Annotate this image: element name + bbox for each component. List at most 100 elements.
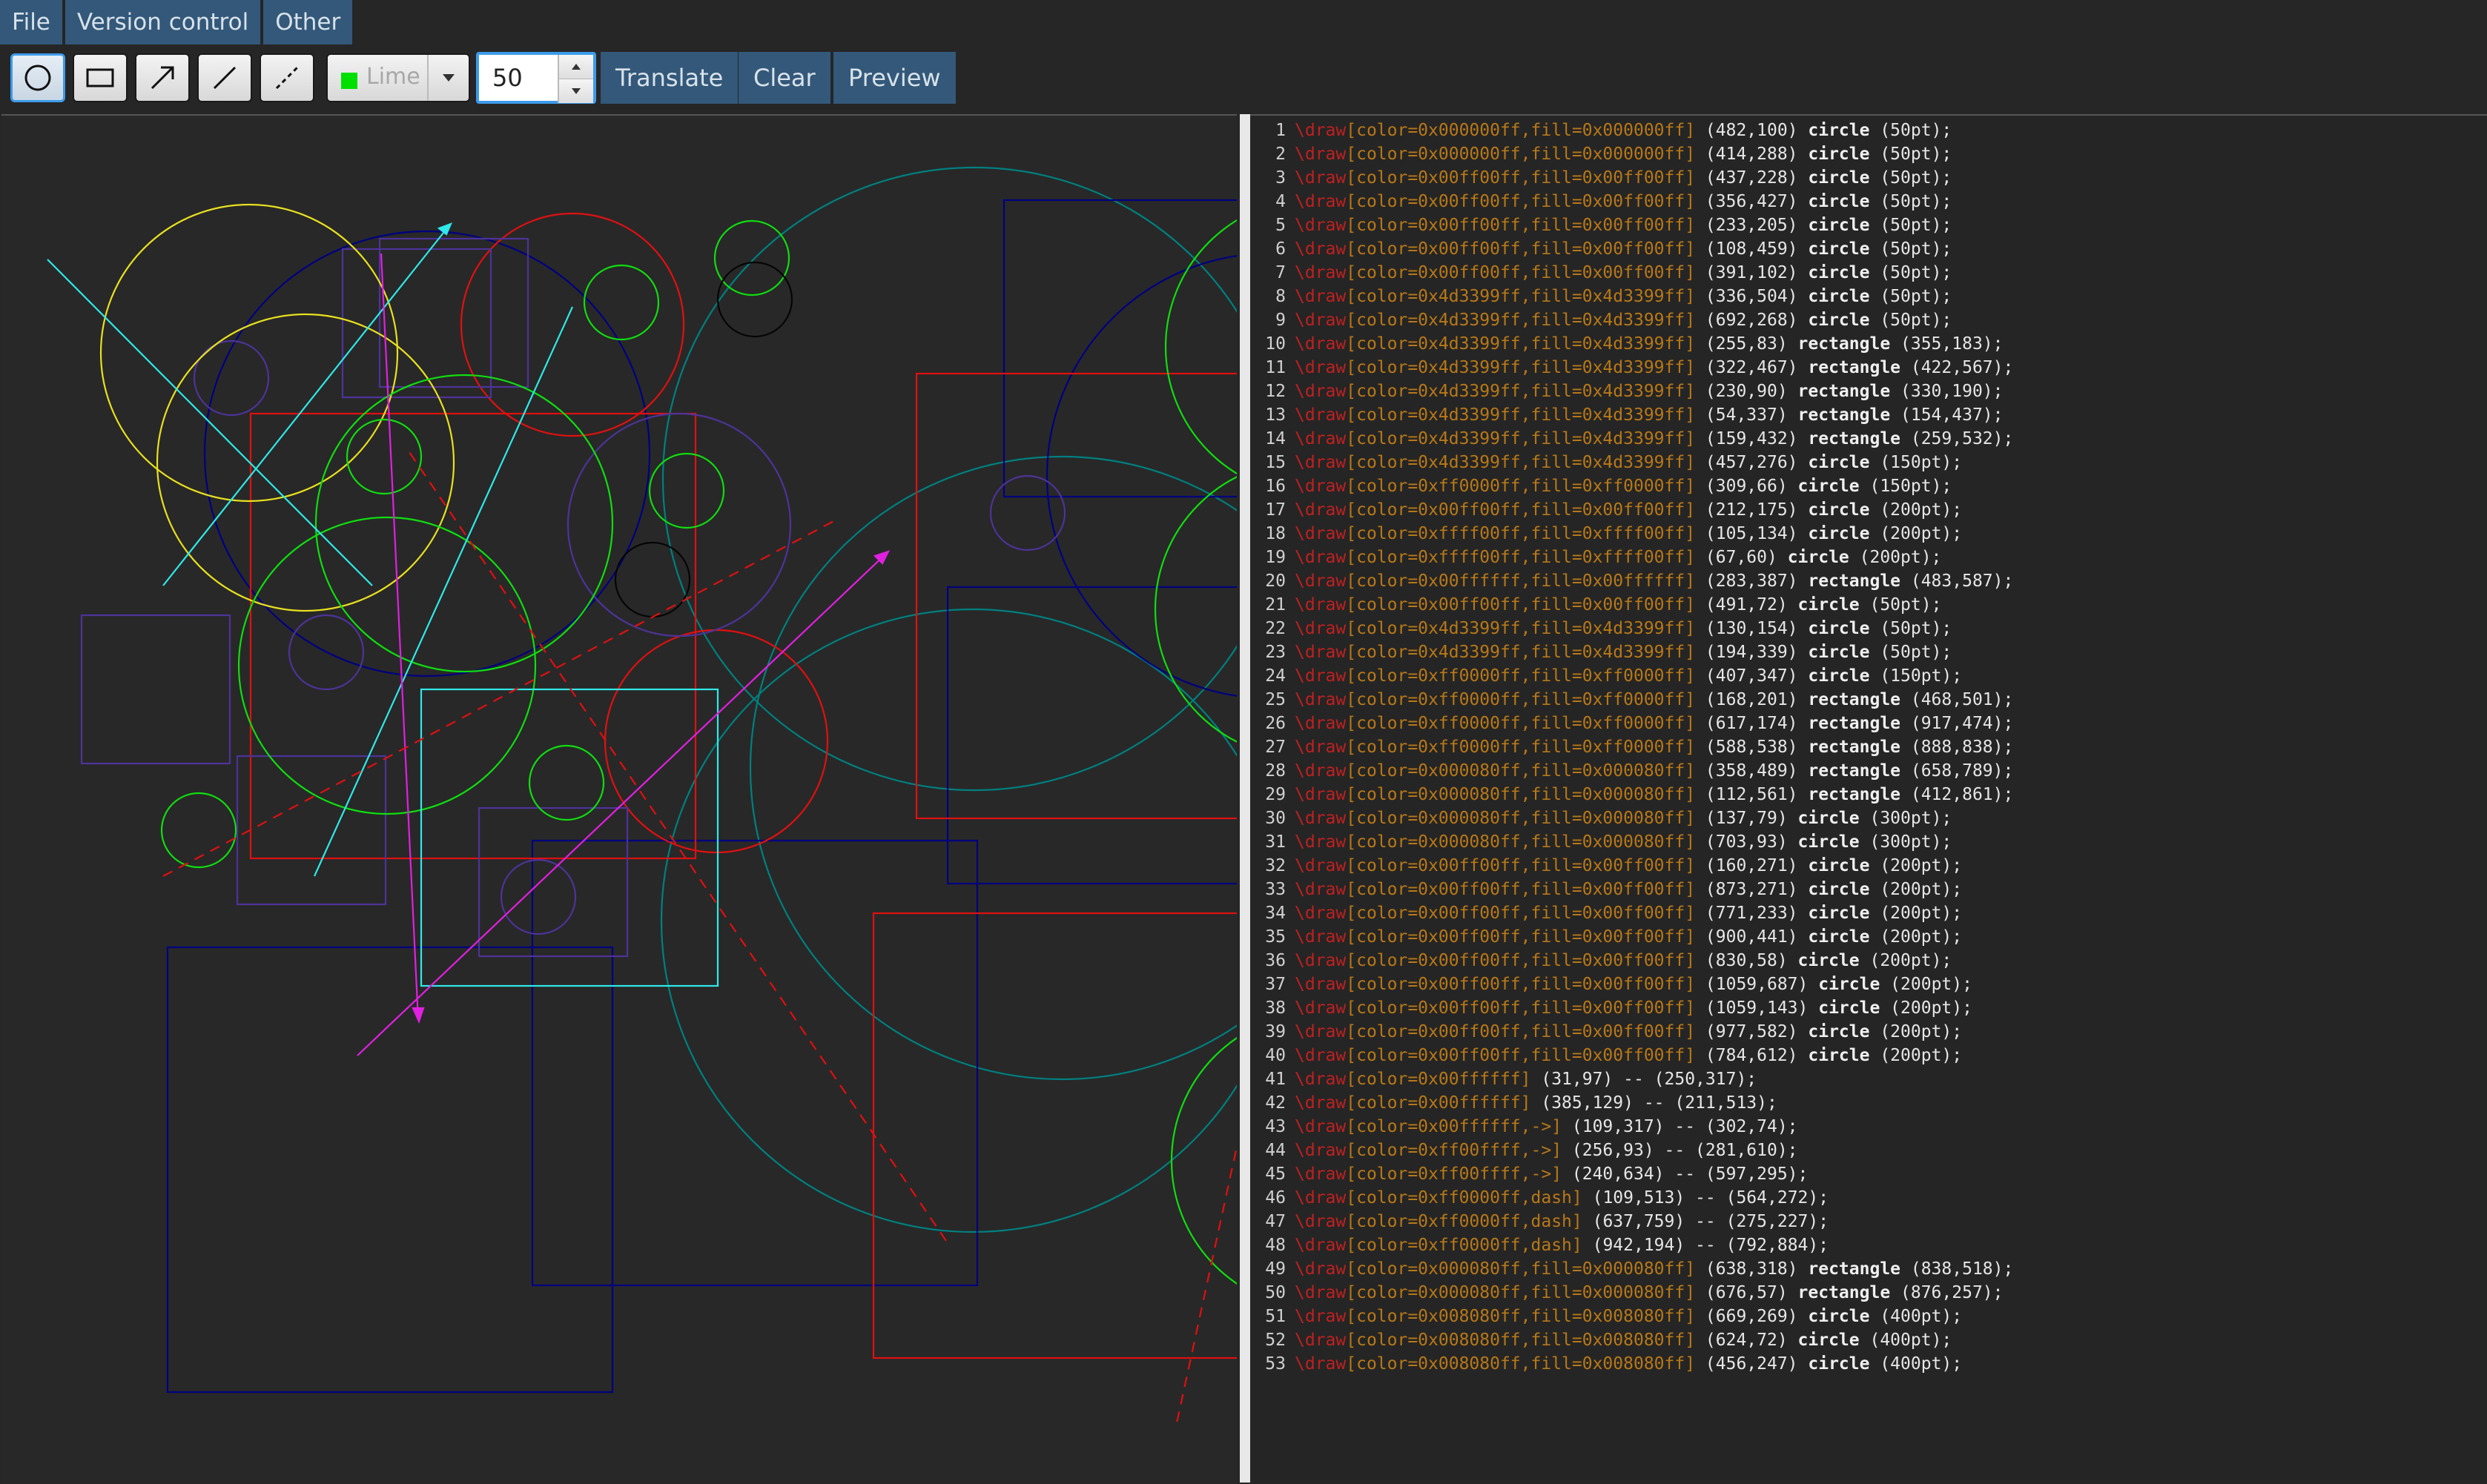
- line-number: 1: [1275, 121, 1286, 140]
- code-line[interactable]: 40 \draw[color=0x00ff00ff,fill=0x00ff00ff…: [1250, 1044, 1962, 1067]
- code-line[interactable]: 4 \draw[color=0x00ff00ff,fill=0x00ff00ff]…: [1250, 190, 1952, 213]
- code-line[interactable]: 44 \draw[color=0xff00ffff,->] (256,93) --…: [1250, 1139, 1797, 1162]
- code-line[interactable]: 24 \draw[color=0xff0000ff,fill=0xff0000ff…: [1250, 664, 1962, 688]
- code-line[interactable]: 18 \draw[color=0xffff00ff,fill=0xffff00ff…: [1250, 522, 1962, 546]
- code-line[interactable]: 45 \draw[color=0xff00ffff,->] (240,634) -…: [1250, 1162, 1808, 1186]
- code-line[interactable]: 46 \draw[color=0xff0000ff,dash] (109,513)…: [1250, 1186, 1829, 1210]
- line-tool-button[interactable]: [197, 53, 252, 102]
- navy-rectangle: [166, 946, 614, 1394]
- code-options: [color=0x000080ff,fill=0x000080ff]: [1346, 1259, 1696, 1279]
- code-line[interactable]: 39 \draw[color=0x00ff00ff,fill=0x00ff00ff…: [1250, 1020, 1962, 1044]
- chevron-down-icon[interactable]: [427, 55, 469, 101]
- code-line[interactable]: 15 \draw[color=0x4d3399ff,fill=0x4d3399ff…: [1250, 451, 1962, 474]
- code-line[interactable]: 12 \draw[color=0x4d3399ff,fill=0x4d3399ff…: [1250, 380, 2003, 403]
- code-line[interactable]: 27 \draw[color=0xff0000ff,fill=0xff0000ff…: [1250, 735, 2013, 759]
- code-line[interactable]: 6 \draw[color=0x00ff00ff,fill=0x00ff00ff]…: [1250, 237, 1952, 261]
- code-line[interactable]: 2 \draw[color=0x000000ff,fill=0x000000ff]…: [1250, 142, 1952, 166]
- line-number: 13: [1265, 405, 1286, 425]
- code-options: [color=0x00ff00ff,fill=0x00ff00ff]: [1346, 216, 1696, 235]
- code-line[interactable]: 38 \draw[color=0x00ff00ff,fill=0x00ff00ff…: [1250, 996, 1972, 1020]
- code-line[interactable]: 28 \draw[color=0x000080ff,fill=0x000080ff…: [1250, 759, 2013, 783]
- code-line[interactable]: 48 \draw[color=0xff0000ff,dash] (942,194)…: [1250, 1233, 1829, 1257]
- green-circle: [648, 452, 725, 529]
- menu-other[interactable]: Other: [263, 0, 353, 44]
- code-coords: (137,79): [1695, 809, 1798, 828]
- code-line[interactable]: 5 \draw[color=0x00ff00ff,fill=0x00ff00ff]…: [1250, 213, 1952, 237]
- dashed-line-tool-button[interactable]: [260, 53, 314, 102]
- circle-icon: [24, 64, 51, 91]
- code-tail: (838,518);: [1900, 1259, 2014, 1279]
- code-line[interactable]: 36 \draw[color=0x00ff00ff,fill=0x00ff00ff…: [1250, 949, 1952, 973]
- code-line[interactable]: 31 \draw[color=0x000080ff,fill=0x000080ff…: [1250, 830, 1952, 854]
- line-number: 7: [1275, 263, 1286, 282]
- arrow-tool-button[interactable]: [135, 53, 190, 102]
- size-input[interactable]: 50: [492, 64, 523, 92]
- code-line[interactable]: 3 \draw[color=0x00ff00ff,fill=0x00ff00ff]…: [1250, 166, 1952, 190]
- rectangle-tool-button[interactable]: [73, 53, 128, 102]
- code-keyword: \draw: [1295, 145, 1347, 164]
- code-coords: (900,441): [1695, 927, 1809, 947]
- code-line[interactable]: 47 \draw[color=0xff0000ff,dash] (637,759)…: [1250, 1210, 1829, 1233]
- code-line[interactable]: 10 \draw[color=0x4d3399ff,fill=0x4d3399ff…: [1250, 332, 2003, 356]
- splitter-handle[interactable]: [1240, 114, 1250, 1483]
- code-line[interactable]: 51 \draw[color=0x008080ff,fill=0x008080ff…: [1250, 1305, 1962, 1328]
- code-options: [color=0x00ffffff,->]: [1346, 1117, 1562, 1136]
- code-line[interactable]: 37 \draw[color=0x00ff00ff,fill=0x00ff00ff…: [1250, 973, 1972, 996]
- code-line[interactable]: 11 \draw[color=0x4d3399ff,fill=0x4d3399ff…: [1250, 356, 2013, 380]
- code-options: [color=0x000080ff,fill=0x000080ff]: [1346, 1283, 1696, 1302]
- code-line[interactable]: 8 \draw[color=0x4d3399ff,fill=0x4d3399ff]…: [1250, 285, 1952, 308]
- code-line[interactable]: 26 \draw[color=0xff0000ff,fill=0xff0000ff…: [1250, 712, 2013, 735]
- code-line[interactable]: 21 \draw[color=0x00ff00ff,fill=0x00ff00ff…: [1250, 593, 1941, 617]
- code-line[interactable]: 7 \draw[color=0x00ff00ff,fill=0x00ff00ff]…: [1250, 261, 1952, 285]
- line-icon: [213, 66, 237, 90]
- code-line[interactable]: 9 \draw[color=0x4d3399ff,fill=0x4d3399ff]…: [1250, 308, 1952, 332]
- code-tail: (468,501);: [1900, 690, 2014, 709]
- code-options: [color=0x000080ff,fill=0x000080ff]: [1346, 832, 1696, 852]
- code-line[interactable]: 53 \draw[color=0x008080ff,fill=0x008080ff…: [1250, 1352, 1962, 1376]
- code-options: [color=0xff0000ff,fill=0xff0000ff]: [1346, 714, 1696, 733]
- code-coords: (105,134): [1695, 524, 1809, 543]
- code-line[interactable]: 43 \draw[color=0x00ffffff,->] (109,317) -…: [1250, 1115, 1797, 1139]
- code-line[interactable]: 29 \draw[color=0x000080ff,fill=0x000080ff…: [1250, 783, 2013, 806]
- code-line[interactable]: 52 \draw[color=0x008080ff,fill=0x008080ff…: [1250, 1328, 1952, 1352]
- line-number: 31: [1265, 832, 1286, 852]
- color-select[interactable]: Lime: [326, 53, 470, 102]
- spinner-down-icon[interactable]: [558, 79, 593, 103]
- code-line[interactable]: 33 \draw[color=0x00ff00ff,fill=0x00ff00ff…: [1250, 878, 1962, 901]
- code-options: [color=0x00ff00ff,fill=0x00ff00ff]: [1346, 975, 1696, 994]
- clear-button[interactable]: Clear: [739, 52, 830, 104]
- code-line[interactable]: 50 \draw[color=0x000080ff,fill=0x000080ff…: [1250, 1281, 2003, 1305]
- code-line[interactable]: 14 \draw[color=0x4d3399ff,fill=0x4d3399ff…: [1250, 427, 2013, 451]
- line-number: 41: [1265, 1070, 1286, 1089]
- code-line[interactable]: 13 \draw[color=0x4d3399ff,fill=0x4d3399ff…: [1250, 403, 2003, 427]
- code-line[interactable]: 16 \draw[color=0xff0000ff,fill=0xff0000ff…: [1250, 474, 1952, 498]
- preview-button[interactable]: Preview: [833, 52, 956, 104]
- code-options: [color=0x00ffffff,fill=0x00ffffff]: [1346, 572, 1696, 591]
- code-line[interactable]: 30 \draw[color=0x000080ff,fill=0x000080ff…: [1250, 806, 1952, 830]
- code-line[interactable]: 20 \draw[color=0x00ffffff,fill=0x00ffffff…: [1250, 569, 2013, 593]
- code-line[interactable]: 32 \draw[color=0x00ff00ff,fill=0x00ff00ff…: [1250, 854, 1962, 878]
- code-line[interactable]: 25 \draw[color=0xff0000ff,fill=0xff0000ff…: [1250, 688, 2013, 712]
- code-shape: circle: [1808, 643, 1870, 662]
- size-spinner[interactable]: 50: [476, 52, 596, 104]
- code-line[interactable]: 34 \draw[color=0x00ff00ff,fill=0x00ff00ff…: [1250, 901, 1962, 925]
- spinner-up-icon[interactable]: [558, 55, 593, 79]
- code-line[interactable]: 1 \draw[color=0x000000ff,fill=0x000000ff]…: [1250, 119, 1952, 142]
- line-number: 39: [1265, 1022, 1286, 1041]
- menu-version-control[interactable]: Version control: [65, 0, 261, 44]
- translate-button[interactable]: Translate: [601, 52, 739, 104]
- code-line[interactable]: 41 \draw[color=0x00ffffff] (31,97) -- (25…: [1250, 1067, 1757, 1091]
- code-line[interactable]: 23 \draw[color=0x4d3399ff,fill=0x4d3399ff…: [1250, 640, 1952, 664]
- code-line[interactable]: 49 \draw[color=0x000080ff,fill=0x000080ff…: [1250, 1257, 2013, 1281]
- code-line[interactable]: 42 \draw[color=0x00ffffff] (385,129) -- (…: [1250, 1091, 1777, 1115]
- circle-tool-button[interactable]: [10, 53, 65, 102]
- drawing-canvas[interactable]: [1, 114, 1237, 1484]
- code-shape: circle: [1808, 287, 1870, 306]
- code-editor[interactable]: 1 \draw [color=0x000000ff,fill=0x000000ff]…: [1250, 114, 2487, 1484]
- code-line[interactable]: 17 \draw[color=0x00ff00ff,fill=0x00ff00ff…: [1250, 498, 1962, 522]
- code-line[interactable]: 35 \draw[color=0x00ff00ff,fill=0x00ff00ff…: [1250, 925, 1962, 949]
- code-line[interactable]: 19 \draw[color=0xffff00ff,fill=0xffff00ff…: [1250, 546, 1941, 569]
- code-coords: (1059,687): [1695, 975, 1819, 994]
- menu-file[interactable]: File: [0, 0, 62, 44]
- code-line[interactable]: 22 \draw[color=0x4d3399ff,fill=0x4d3399ff…: [1250, 617, 1952, 640]
